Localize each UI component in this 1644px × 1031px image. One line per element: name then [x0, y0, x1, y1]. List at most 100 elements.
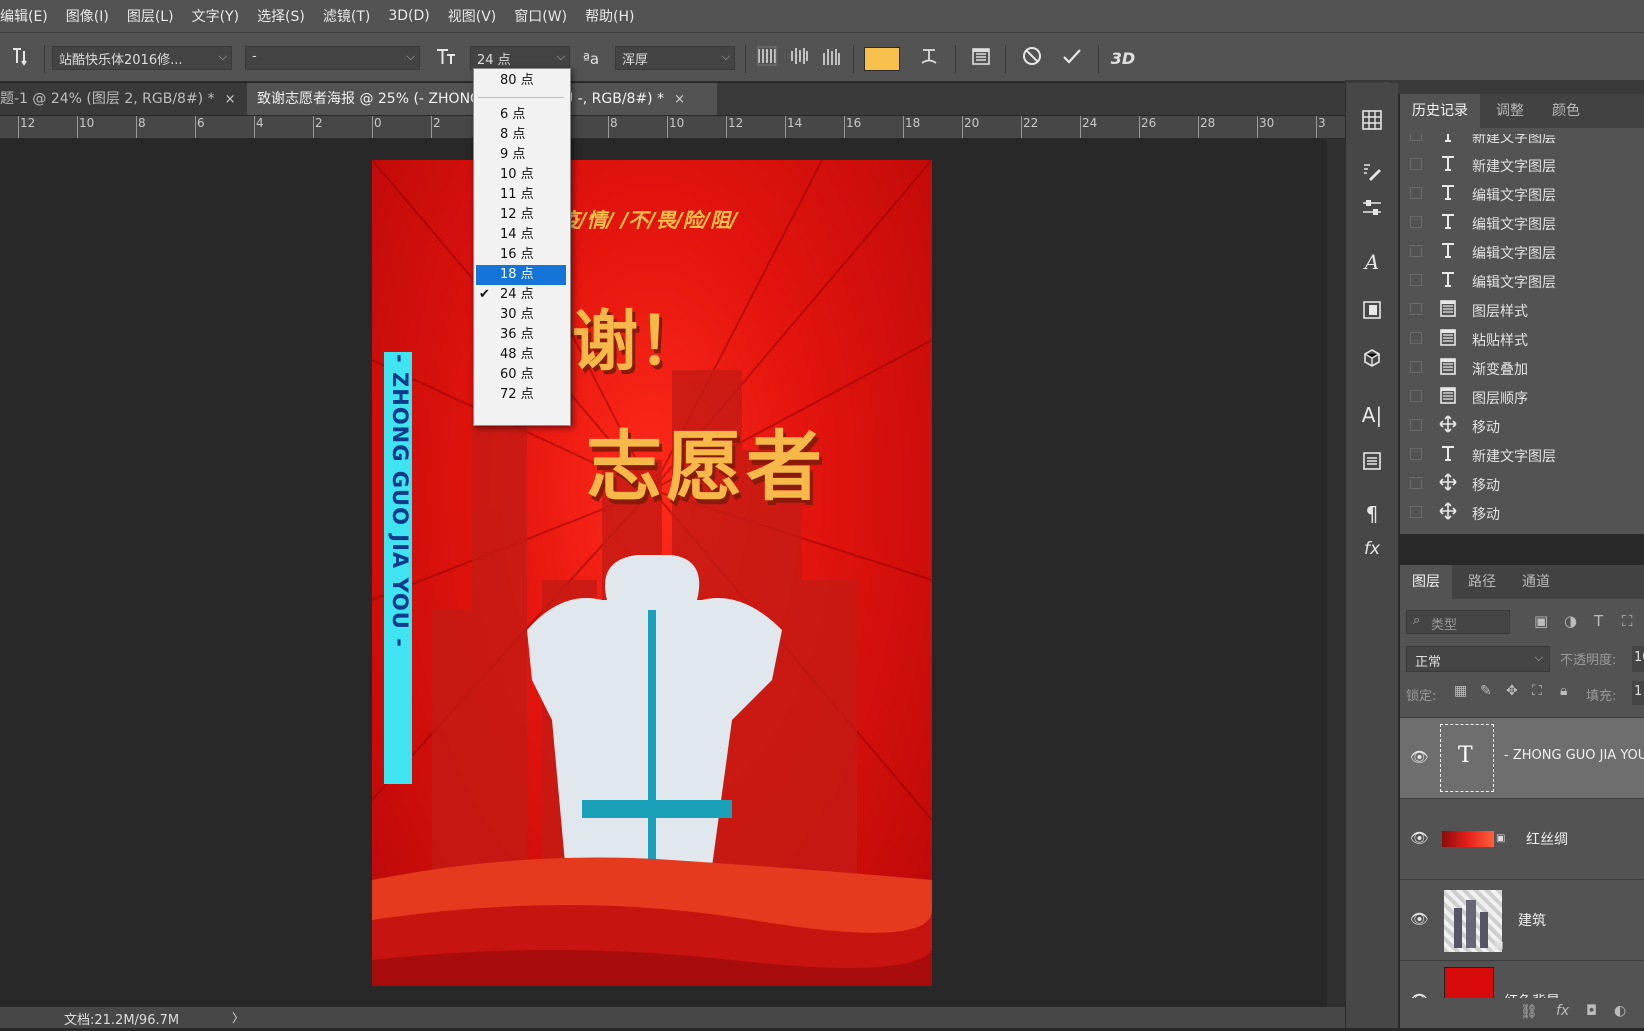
tab-history[interactable]: 历史记录	[1400, 94, 1480, 128]
font-style-select[interactable]: - ⌵	[245, 46, 420, 70]
history-snapshot-checkbox[interactable]	[1410, 506, 1422, 518]
history-snapshot-checkbox[interactable]	[1410, 274, 1422, 286]
font-size-option[interactable]: 10 点	[474, 165, 568, 185]
create-3d-button[interactable]: 3D	[1108, 45, 1138, 73]
menu-filter[interactable]: 滤镜(T)	[314, 6, 379, 26]
tab-adjustments[interactable]: 调整	[1484, 94, 1536, 128]
clone-source-icon[interactable]	[1358, 299, 1386, 327]
fill-field[interactable]: 1	[1632, 681, 1644, 705]
font-size-option[interactable]: 18 点	[476, 265, 566, 285]
menu-help[interactable]: 帮助(H)	[576, 6, 643, 26]
history-item[interactable]: 编辑文字图层	[1400, 209, 1644, 238]
font-size-option[interactable]: 24 点 ✔	[474, 285, 568, 305]
close-icon[interactable]: ×	[225, 92, 236, 107]
paragraph-styles-icon[interactable]	[1358, 450, 1386, 478]
menu-3d[interactable]: 3D(D)	[379, 8, 438, 24]
blend-mode-select[interactable]: 正常 ⌵	[1406, 646, 1550, 672]
history-item[interactable]: 渐变叠加	[1400, 354, 1644, 383]
tab-color[interactable]: 颜色	[1540, 94, 1592, 128]
grid-icon[interactable]	[1358, 109, 1386, 137]
history-item[interactable]: 新建文字图层	[1400, 441, 1644, 470]
font-size-option[interactable]: 9 点	[474, 145, 568, 165]
link-layers-icon[interactable]: ⛓	[1520, 1004, 1538, 1020]
opacity-field[interactable]: 10	[1632, 646, 1644, 672]
lock-move-icon[interactable]: ✥	[1506, 683, 1518, 699]
lock-all-icon[interactable]: 🔒︎	[1560, 683, 1567, 699]
history-item[interactable]: 移动	[1400, 412, 1644, 441]
visibility-eye-icon[interactable]: 👁︎	[1410, 829, 1429, 847]
history-item[interactable]: 图层样式	[1400, 296, 1644, 325]
font-size-option[interactable]: 8 点	[474, 125, 568, 145]
vertical-scrollbar[interactable]	[1327, 139, 1345, 1007]
font-size-option[interactable]: 36 点	[474, 325, 568, 345]
3d-cube-icon[interactable]	[1358, 348, 1386, 376]
menu-image[interactable]: 图像(I)	[57, 6, 118, 26]
align-left-icon[interactable]	[752, 45, 782, 73]
menu-type[interactable]: 文字(Y)	[183, 6, 248, 26]
adjustment-layer-icon[interactable]: ◐	[1614, 1003, 1626, 1019]
tab-untitled[interactable]: 题-1 @ 24% (图层 2, RGB/8#) * ×	[0, 83, 246, 115]
menu-window[interactable]: 窗口(W)	[505, 6, 576, 26]
character-panel-icon[interactable]	[966, 45, 996, 73]
poster-artwork[interactable]: /疫/情/ /不/畏/险/阻/ 谢！ 志愿者 - ZHONG GUO JIA Y…	[372, 160, 932, 986]
history-snapshot-checkbox[interactable]	[1410, 419, 1422, 431]
font-size-option[interactable]: 12 点	[474, 205, 568, 225]
history-snapshot-checkbox[interactable]	[1410, 158, 1422, 170]
history-snapshot-checkbox[interactable]	[1410, 390, 1422, 402]
history-item[interactable]: 移动	[1400, 470, 1644, 499]
brush-settings-icon[interactable]	[1358, 161, 1386, 189]
lock-artboard-icon[interactable]: ⛶	[1532, 683, 1542, 699]
tab-layers[interactable]: 图层	[1400, 565, 1452, 599]
menu-layer[interactable]: 图层(L)	[118, 6, 183, 26]
brush-preset-icon[interactable]	[1358, 197, 1386, 225]
align-center-icon[interactable]	[784, 45, 814, 73]
tab-channels[interactable]: 通道	[1510, 565, 1562, 599]
visibility-eye-icon[interactable]: 👁︎	[1410, 910, 1429, 928]
type-filter-icon[interactable]: T	[1594, 612, 1603, 630]
align-right-icon[interactable]	[816, 45, 846, 73]
history-snapshot-checkbox[interactable]	[1410, 361, 1422, 373]
font-size-option[interactable]: 14 点	[474, 225, 568, 245]
glyphs-icon[interactable]: A|	[1358, 401, 1386, 429]
history-item[interactable]: 图层顺序	[1400, 383, 1644, 412]
layer-row-buildings[interactable]: 👁︎ ▣ 建筑	[1400, 880, 1644, 961]
history-snapshot-checkbox[interactable]	[1410, 245, 1422, 257]
close-icon[interactable]: ×	[674, 92, 685, 107]
history-snapshot-checkbox[interactable]	[1410, 216, 1422, 228]
menu-select[interactable]: 选择(S)	[248, 6, 314, 26]
history-snapshot-checkbox[interactable]	[1410, 448, 1422, 460]
history-item[interactable]: 编辑文字图层	[1400, 238, 1644, 267]
layer-row-ribbon[interactable]: 👁︎ ▣ 红丝绸	[1400, 799, 1644, 880]
history-item[interactable]: 新建文字图层	[1400, 134, 1644, 151]
history-snapshot-checkbox[interactable]	[1410, 134, 1422, 141]
text-color-swatch[interactable]	[864, 47, 900, 71]
font-size-option[interactable]: 60 点	[474, 365, 568, 385]
anti-alias-select[interactable]: 浑厚 ⌵	[615, 46, 735, 70]
warp-text-icon[interactable]	[914, 45, 944, 73]
font-size-option[interactable]: 72 点	[474, 385, 568, 405]
history-item[interactable]: 编辑文字图层	[1400, 267, 1644, 296]
history-item[interactable]: 移动	[1400, 499, 1644, 528]
menu-view[interactable]: 视图(V)	[439, 6, 506, 26]
status-menu-arrow[interactable]: 〉	[232, 1009, 244, 1026]
history-item[interactable]: 新建文字图层	[1400, 151, 1644, 180]
font-size-option[interactable]: 11 点	[474, 185, 568, 205]
layer-styles-icon[interactable]: fx	[1358, 535, 1386, 563]
layer-filter-select[interactable]: ⌕ 类型	[1406, 610, 1510, 634]
history-snapshot-checkbox[interactable]	[1410, 332, 1422, 344]
character-icon[interactable]: A	[1358, 248, 1386, 276]
font-size-option[interactable]: 80 点	[474, 71, 568, 91]
cancel-icon[interactable]	[1017, 45, 1047, 73]
history-snapshot-checkbox[interactable]	[1410, 187, 1422, 199]
font-size-option[interactable]: 6 点	[474, 105, 568, 125]
menu-edit[interactable]: 编辑(E)	[0, 6, 57, 26]
font-size-option[interactable]: 16 点	[474, 245, 568, 265]
font-family-select[interactable]: 站酷快乐体2016修... ⌵	[52, 46, 232, 70]
commit-check-icon[interactable]	[1057, 45, 1087, 73]
add-style-icon[interactable]: fx	[1556, 1003, 1569, 1019]
font-size-option[interactable]: 48 点	[474, 345, 568, 365]
history-snapshot-checkbox[interactable]	[1410, 303, 1422, 315]
add-mask-icon[interactable]: ◘	[1586, 1003, 1597, 1019]
history-item[interactable]: 粘贴样式	[1400, 325, 1644, 354]
pixel-filter-icon[interactable]: ▣	[1534, 612, 1548, 630]
